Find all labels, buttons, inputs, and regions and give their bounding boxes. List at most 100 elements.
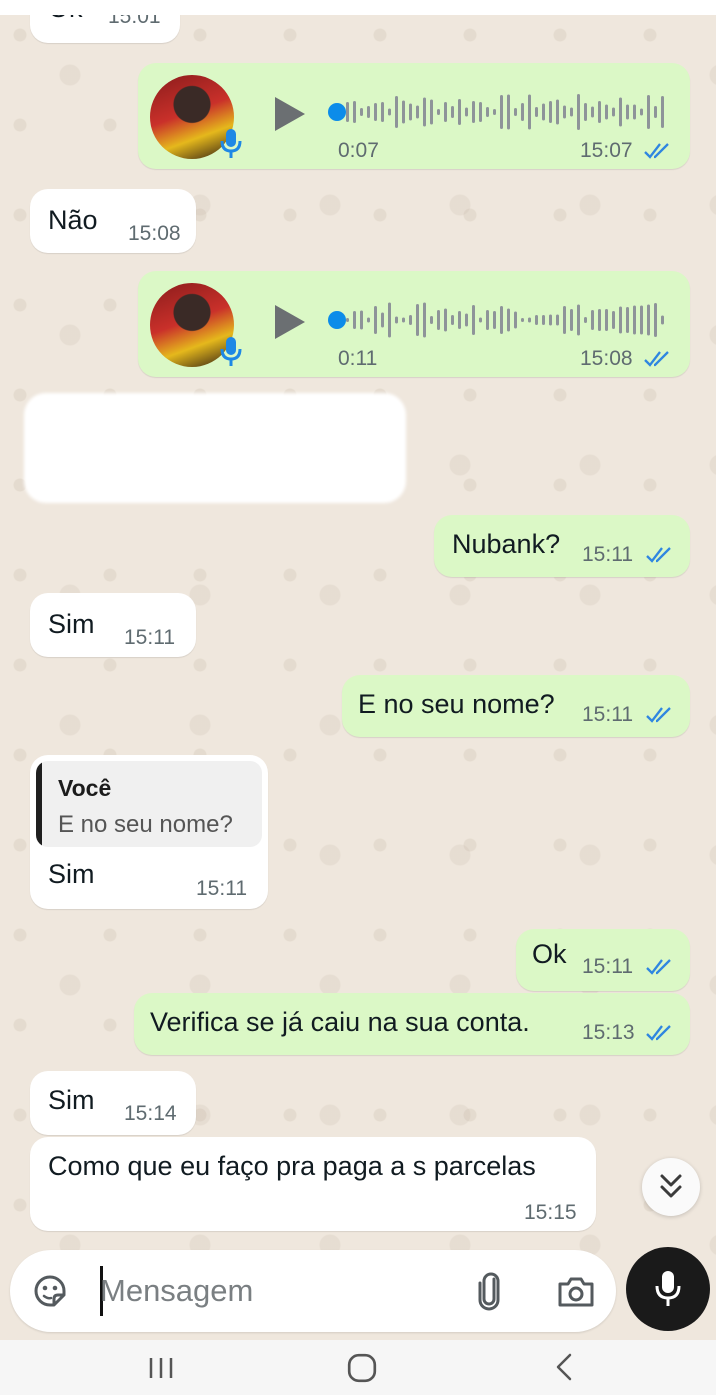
sticker-icon[interactable] — [30, 1271, 70, 1311]
message-text: Ok — [532, 939, 567, 969]
waveform-bar — [577, 94, 580, 130]
chat-thread[interactable]: Ok 15:01 0:07 15:07 Não 15:08 — [0, 15, 716, 1340]
message-time: 15:11 — [582, 955, 633, 978]
waveform-bar — [388, 108, 391, 116]
message-incoming[interactable]: Sim 15:14 — [30, 1071, 196, 1135]
waveform-bar — [395, 316, 398, 324]
waveform-bar — [619, 306, 622, 334]
waveform-bar — [500, 95, 503, 129]
waveform-bar — [605, 104, 608, 120]
message-composer — [10, 1250, 616, 1332]
quote-accent-bar — [36, 761, 42, 847]
waveform-bar — [612, 107, 615, 117]
waveform-bar — [451, 315, 454, 325]
status-bar-strip — [0, 0, 716, 15]
waveform-bar — [465, 107, 468, 117]
waveform-bar — [395, 96, 398, 128]
waveform-bar — [402, 100, 405, 124]
waveform-bar — [444, 308, 447, 332]
waveform[interactable] — [346, 92, 666, 132]
message-time: 15:11 — [582, 543, 633, 566]
double-check-icon — [644, 351, 669, 367]
waveform-bar — [381, 102, 384, 122]
waveform-bar — [493, 311, 496, 329]
voice-record-button[interactable] — [626, 1247, 710, 1331]
waveform-bar — [556, 99, 559, 125]
waveform-bar — [367, 317, 370, 323]
waveform-bar — [598, 101, 601, 123]
camera-icon[interactable] — [556, 1274, 596, 1310]
quoted-message[interactable]: Você E no seu nome? — [36, 761, 262, 847]
waveform-bar — [577, 304, 580, 336]
message-incoming[interactable]: Sim 15:11 — [30, 593, 196, 657]
waveform-bar — [591, 106, 594, 118]
waveform-bar — [465, 313, 468, 327]
waveform-bar — [346, 102, 349, 122]
message-text: Verifica se já caiu na sua conta. — [150, 1007, 530, 1037]
back-icon[interactable] — [550, 1352, 580, 1382]
message-text: Ok — [48, 15, 83, 24]
message-outgoing[interactable]: Verifica se já caiu na sua conta. 15:13 — [134, 993, 690, 1055]
message-incoming[interactable]: Não 15:08 — [30, 189, 196, 253]
message-time: 15:01 — [108, 15, 161, 28]
waveform-bar — [416, 105, 419, 119]
waveform-bar — [402, 317, 405, 323]
voice-message-outgoing[interactable]: 0:11 15:08 — [138, 271, 690, 377]
play-icon[interactable] — [272, 95, 308, 133]
waveform-bar — [563, 105, 566, 119]
microphone-badge-icon — [220, 129, 242, 158]
reply-message-incoming[interactable]: Você E no seu nome? Sim 15:11 — [30, 755, 268, 909]
waveform-bar — [626, 307, 629, 333]
waveform-bar — [353, 101, 356, 123]
waveform-bar — [542, 103, 545, 121]
waveform-bar — [353, 311, 356, 329]
waveform-bar — [633, 305, 636, 335]
waveform-bar — [626, 104, 629, 120]
waveform-bar — [430, 316, 433, 324]
message-incoming[interactable]: Como que eu faço pra paga a s parcelas 1… — [30, 1137, 596, 1231]
waveform-bar — [374, 306, 377, 334]
waveform-bar — [654, 303, 657, 337]
message-text: E no seu nome? — [358, 689, 555, 719]
waveform-bar — [556, 314, 559, 326]
waveform-bar — [647, 95, 650, 129]
scroll-to-bottom-button[interactable] — [642, 1158, 700, 1216]
waveform-bar — [437, 109, 440, 115]
message-input[interactable] — [100, 1268, 470, 1314]
waveform-bar — [493, 109, 496, 115]
waveform-bar — [647, 304, 650, 336]
waveform-bar — [409, 315, 412, 325]
message-time: 15:15 — [524, 1201, 577, 1224]
waveform-bar — [479, 102, 482, 122]
playback-position-dot[interactable] — [328, 103, 346, 121]
playback-position-dot[interactable] — [328, 311, 346, 329]
double-check-icon — [646, 1025, 671, 1041]
waveform-bar — [584, 103, 587, 121]
waveform-bar — [542, 315, 545, 325]
home-icon[interactable] — [346, 1352, 378, 1384]
waveform-bar — [535, 315, 538, 325]
paperclip-icon[interactable] — [478, 1270, 502, 1312]
message-outgoing[interactable]: E no seu nome? 15:11 — [342, 675, 690, 737]
waveform-bar — [423, 302, 426, 338]
play-icon[interactable] — [272, 303, 308, 341]
waveform-bar — [458, 311, 461, 329]
message-outgoing[interactable]: Nubank? 15:11 — [434, 515, 690, 577]
waveform-bar — [360, 310, 363, 330]
waveform-bar — [374, 103, 377, 121]
double-check-icon — [646, 959, 671, 975]
recents-icon[interactable] — [146, 1352, 176, 1382]
waveform-bar — [528, 94, 531, 130]
waveform-bar — [619, 97, 622, 127]
waveform-bar — [570, 309, 573, 331]
waveform[interactable] — [346, 300, 666, 340]
waveform-bar — [367, 106, 370, 118]
double-check-icon — [646, 707, 671, 723]
waveform-bar — [570, 107, 573, 117]
voice-message-outgoing[interactable]: 0:07 15:07 — [138, 63, 690, 169]
waveform-bar — [528, 317, 531, 323]
message-incoming[interactable]: Ok 15:01 — [30, 15, 180, 43]
message-text: Como que eu faço pra paga a s parcelas — [48, 1151, 536, 1181]
quote-text: E no seu nome? — [58, 811, 233, 838]
message-outgoing[interactable]: Ok 15:11 — [516, 929, 690, 991]
